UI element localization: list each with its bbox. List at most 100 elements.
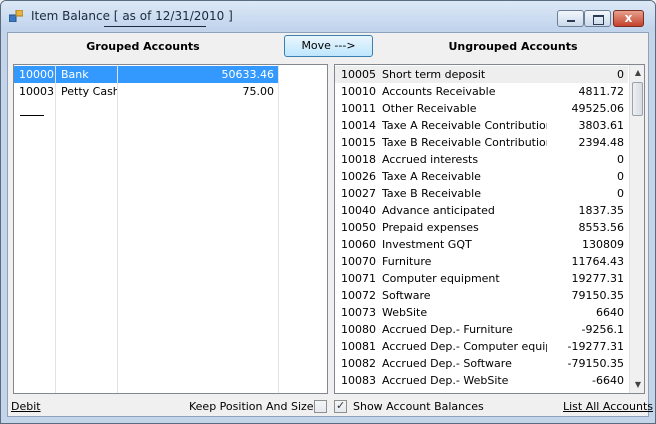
maximize-icon — [593, 15, 604, 25]
table-row[interactable]: 10083 Accrued Dep.- WebSite -6640 — [335, 372, 628, 389]
account-name-cell: Accrued Dep.- WebSite — [382, 374, 509, 387]
account-balance-cell: 3803.61 — [578, 119, 625, 132]
account-balance-cell: 79150.35 — [571, 289, 625, 302]
app-icon — [9, 10, 23, 22]
account-balance-cell: 6640 — [596, 306, 624, 319]
account-name-cell: Accrued Dep.- Software — [382, 357, 512, 370]
window-title: Item Balance [ as of 12/31/2010 ] — [31, 9, 233, 23]
account-code-cell: 10040 — [341, 204, 376, 217]
account-code-cell: 10003 — [14, 83, 56, 100]
table-row[interactable]: 10081 Accrued Dep.- Computer equip. -19277… — [335, 338, 628, 355]
account-name-cell: Taxe A Receivable — [382, 170, 481, 183]
account-code-cell: 10081 — [341, 340, 376, 353]
check-mark-icon: ✓ — [336, 399, 346, 412]
close-button[interactable]: x — [613, 10, 644, 27]
column-divider — [278, 65, 279, 393]
grouped-accounts-grid[interactable]: 10000 Bank 50633.46 10003 Petty Cash 75.… — [13, 64, 328, 394]
show-balances-checkbox[interactable]: ✓ — [334, 399, 347, 413]
account-name-cell: Software — [382, 289, 431, 302]
account-balance-cell: 8553.56 — [578, 221, 625, 234]
account-balance-cell: -6640 — [592, 374, 624, 387]
table-row[interactable]: 10050 Prepaid expenses 8553.56 — [335, 219, 628, 236]
account-code-cell: 10015 — [341, 136, 376, 149]
account-name-cell: Accounts Receivable — [382, 85, 496, 98]
debit-link[interactable]: Debit — [11, 400, 41, 413]
account-balance-cell: 4811.72 — [578, 85, 625, 98]
title-date-underline — [104, 26, 206, 27]
table-row[interactable]: 10071 Computer equipment 19277.31 — [335, 270, 628, 287]
table-row[interactable]: 10015 Taxe B Receivable Contribution 2394.… — [335, 134, 628, 151]
account-balance-cell: 2394.48 — [578, 136, 625, 149]
title-date: as of 12/31/2010 — [122, 9, 225, 23]
account-balance-cell: 75.00 — [118, 83, 279, 100]
table-row[interactable]: 10010 Accounts Receivable 4811.72 — [335, 83, 628, 100]
table-row[interactable]: 10027 Taxe B Receivable 0 — [335, 185, 628, 202]
account-name-cell: Taxe B Receivable — [382, 187, 481, 200]
account-code-cell: 10072 — [341, 289, 376, 302]
table-row-selected[interactable]: 10000 Bank 50633.46 — [14, 66, 327, 83]
column-divider — [117, 65, 118, 393]
account-balance-cell: 0 — [617, 153, 624, 166]
table-row[interactable]: 10026 Taxe A Receivable 0 — [335, 168, 628, 185]
table-row[interactable]: 10060 Investment GQT 130809 — [335, 236, 628, 253]
move-button[interactable]: Move ---> — [284, 35, 373, 57]
account-name-cell: Investment GQT — [382, 238, 472, 251]
account-code-cell: 10026 — [341, 170, 376, 183]
show-balances-label: Show Account Balances — [353, 400, 484, 413]
table-row[interactable]: 10014 Taxe A Receivable Contribution 3803.… — [335, 117, 628, 134]
table-row[interactable]: 10082 Accrued Dep.- Software -79150.35 — [335, 355, 628, 372]
account-code-cell: 10018 — [341, 153, 376, 166]
account-name-cell: Taxe B Receivable Contribution — [382, 136, 547, 149]
account-name-cell: Computer equipment — [382, 272, 500, 285]
table-row[interactable]: 10005 Short term deposit 0 — [335, 66, 628, 83]
account-balance-cell: 0 — [617, 170, 624, 183]
scrollbar-thumb[interactable] — [632, 82, 643, 116]
client-area: Grouped Accounts Move ---> Ungrouped Acc… — [7, 32, 653, 417]
account-name-cell: Accrued interests — [382, 153, 479, 166]
table-row[interactable]: 10003 Petty Cash 75.00 — [14, 83, 327, 100]
keep-position-checkbox[interactable] — [314, 400, 327, 413]
new-row-marker[interactable] — [20, 115, 44, 116]
account-code-cell: 10083 — [341, 374, 376, 387]
scroll-down-arrow-icon[interactable]: ▼ — [630, 377, 644, 393]
scroll-up-arrow-icon[interactable]: ▲ — [630, 65, 644, 81]
table-row[interactable]: 10018 Accrued interests 0 — [335, 151, 628, 168]
ungrouped-accounts-grid[interactable]: 10005 Short term deposit 0 10010 Accounts Re… — [334, 64, 645, 394]
account-code-cell: 10050 — [341, 221, 376, 234]
table-row[interactable]: 10080 Accrued Dep.- Furniture -9256.1 — [335, 321, 628, 338]
account-code-cell: 10060 — [341, 238, 376, 251]
account-name-cell: Short term deposit — [382, 68, 486, 81]
minimize-button[interactable] — [557, 10, 584, 27]
account-code-cell: 10082 — [341, 357, 376, 370]
vertical-scrollbar[interactable]: ▲ ▼ — [629, 65, 644, 393]
account-code-cell: 10071 — [341, 272, 376, 285]
account-balance-cell: -79150.35 — [567, 357, 624, 370]
item-balance-window: Item Balance [ as of 12/31/2010 ] x Grou… — [0, 0, 656, 424]
account-balance-cell: 0 — [617, 187, 624, 200]
list-all-accounts-link[interactable]: List All Accounts — [563, 400, 653, 413]
table-row[interactable]: 10011 Other Receivable 49525.06 — [335, 100, 628, 117]
account-name-cell: Accrued Dep.- Furniture — [382, 323, 513, 336]
account-code-cell: 10014 — [341, 119, 376, 132]
account-balance-cell: 1837.35 — [578, 204, 625, 217]
table-row[interactable]: 10073 WebSite 6640 — [335, 304, 628, 321]
title-bar[interactable]: Item Balance [ as of 12/31/2010 ] x — [1, 1, 655, 31]
table-row[interactable]: 10070 Furniture 11764.43 — [335, 253, 628, 270]
account-code-cell: 10010 — [341, 85, 376, 98]
ungrouped-accounts-heading: Ungrouped Accounts — [448, 40, 578, 53]
account-name-cell: Other Receivable — [382, 102, 477, 115]
table-row[interactable]: 10072 Software 79150.35 — [335, 287, 628, 304]
account-code-cell: 10070 — [341, 255, 376, 268]
account-code-cell: 10005 — [341, 68, 376, 81]
close-icon: x — [624, 11, 633, 25]
account-name-cell: Petty Cash — [56, 83, 118, 100]
table-row[interactable]: 10040 Advance anticipated 1837.35 — [335, 202, 628, 219]
column-divider — [55, 65, 56, 393]
account-code-cell: 10080 — [341, 323, 376, 336]
maximize-button[interactable] — [584, 10, 611, 27]
account-name-cell: Furniture — [382, 255, 432, 268]
account-balance-cell: 50633.46 — [118, 66, 279, 83]
account-balance-cell: 0 — [617, 68, 624, 81]
account-code-cell: 10011 — [341, 102, 376, 115]
account-name-cell: WebSite — [382, 306, 428, 319]
